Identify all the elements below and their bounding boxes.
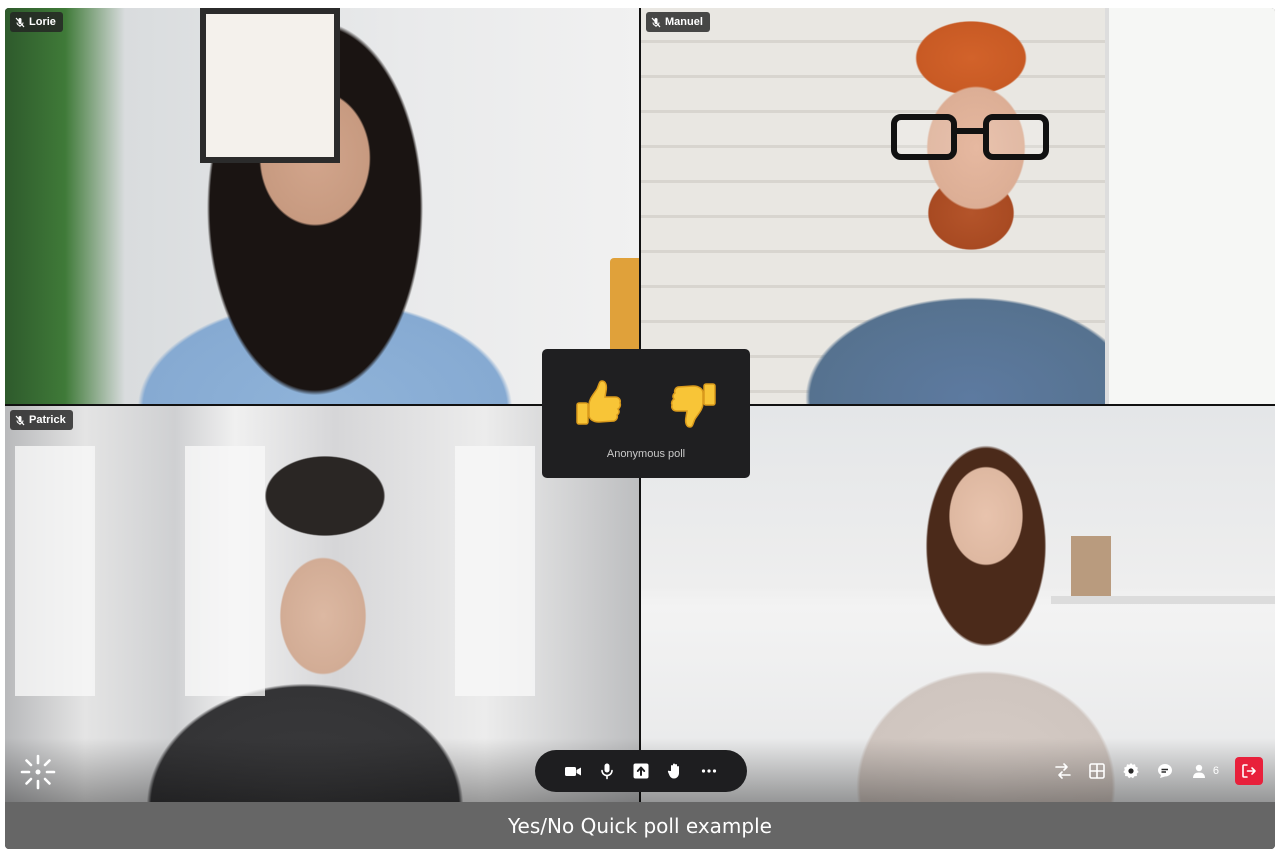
- glasses: [891, 114, 1051, 162]
- video-camera-icon: [565, 767, 581, 776]
- participants-button[interactable]: 6: [1190, 761, 1219, 781]
- settings-gear-icon: [1123, 763, 1139, 779]
- grid-layout-button[interactable]: [1088, 761, 1106, 781]
- window-pane: [15, 446, 95, 696]
- leave-call-button[interactable]: [1235, 757, 1263, 785]
- participant-video: [5, 8, 639, 404]
- video-tile-manuel[interactable]: Manuel: [641, 8, 1275, 404]
- thumbs-up-icon: [576, 380, 622, 425]
- thumbs-up-button[interactable]: [571, 375, 625, 433]
- window: [1105, 8, 1275, 404]
- more-options-icon: [701, 769, 717, 773]
- participant-name-tag: Manuel: [646, 12, 710, 32]
- switch-button[interactable]: [1054, 761, 1072, 781]
- raise-hand-icon: [667, 763, 679, 779]
- switch-icon: [1055, 763, 1071, 779]
- shelf: [1051, 596, 1275, 604]
- participants-icon: [1192, 764, 1205, 778]
- chat-button[interactable]: [1156, 761, 1174, 781]
- participant-name-tag: Patrick: [10, 410, 73, 430]
- mic-off-icon: [15, 415, 25, 426]
- participant-name: Lorie: [29, 16, 56, 28]
- participant-name: Manuel: [665, 16, 703, 28]
- thumbs-down-button[interactable]: [667, 375, 721, 433]
- settings-button[interactable]: [1122, 761, 1140, 781]
- brand-logo-icon: [19, 753, 57, 791]
- caption-bar: Yes/No Quick poll example: [5, 802, 1275, 849]
- participant-video: [641, 8, 1275, 404]
- more-options-button[interactable]: [699, 761, 719, 781]
- participant-name: Patrick: [29, 414, 66, 426]
- quick-poll-overlay: Anonymous poll: [542, 349, 750, 478]
- window-pane: [455, 446, 535, 696]
- wall-picture-frame: [200, 8, 340, 163]
- thumbs-down-icon: [670, 383, 716, 428]
- video-camera-button[interactable]: [563, 761, 583, 781]
- microphone-button[interactable]: [597, 761, 617, 781]
- mic-off-icon: [15, 17, 25, 28]
- books: [1071, 536, 1111, 596]
- poll-label: Anonymous poll: [606, 448, 686, 460]
- participant-count: 6: [1212, 765, 1219, 777]
- right-tools: 6: [1054, 757, 1263, 785]
- microphone-icon: [601, 763, 613, 780]
- grid-layout-icon: [1089, 763, 1105, 779]
- raise-hand-button[interactable]: [665, 761, 685, 781]
- window-pane: [185, 446, 265, 696]
- call-toolbar: [535, 750, 747, 792]
- caption-text: Yes/No Quick poll example: [508, 813, 772, 838]
- poll-options: [571, 375, 721, 433]
- share-screen-button[interactable]: [631, 761, 651, 781]
- share-screen-icon: [633, 763, 649, 779]
- video-call-window: Lorie Manuel Patrick Anonymous poll 6 Ye…: [5, 8, 1275, 849]
- mic-off-icon: [651, 17, 661, 28]
- chat-icon: [1157, 764, 1172, 778]
- participant-name-tag: Lorie: [10, 12, 63, 32]
- leave-icon: [1242, 764, 1256, 778]
- video-tile-lorie[interactable]: Lorie: [5, 8, 639, 404]
